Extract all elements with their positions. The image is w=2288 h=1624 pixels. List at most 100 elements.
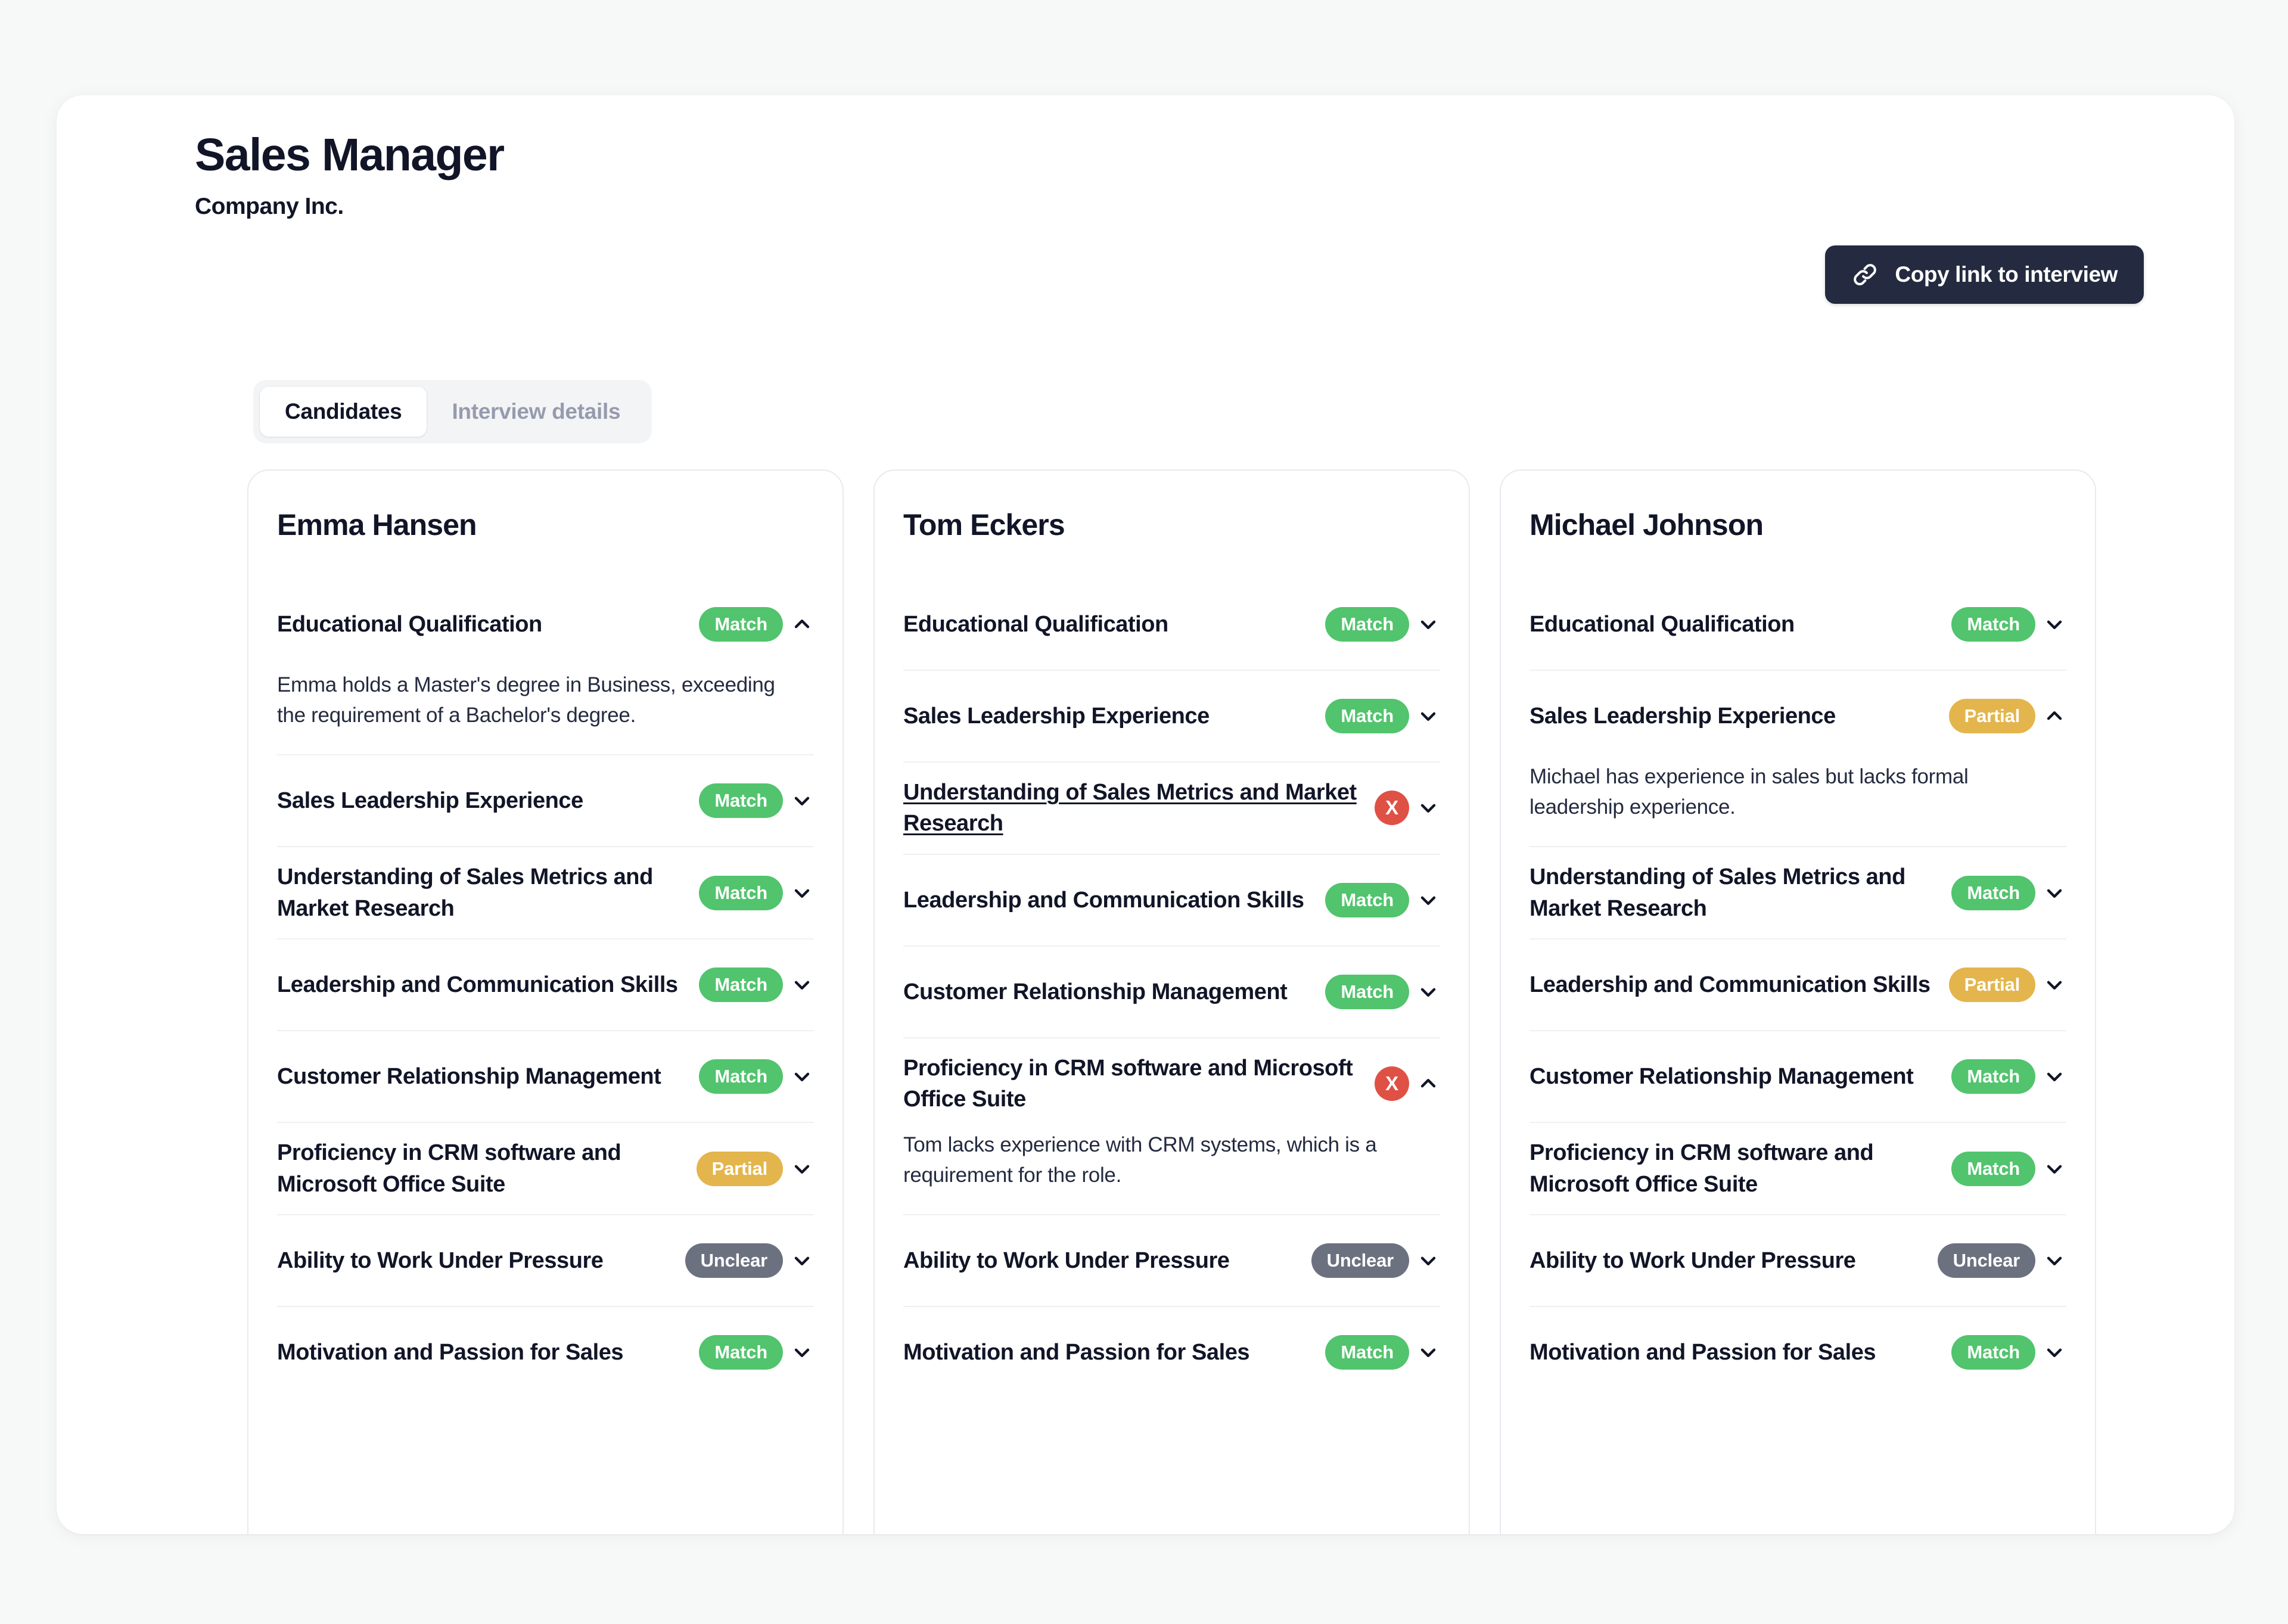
- chevron-down-icon[interactable]: [1416, 888, 1440, 912]
- candidate-card: Michael Johnson Educational Qualification…: [1500, 469, 2096, 1534]
- copy-link-label: Copy link to interview: [1895, 262, 2118, 287]
- chevron-down-icon[interactable]: [1416, 1249, 1440, 1273]
- criterion-detail-text: Tom lacks experience with CRM systems, w…: [903, 1133, 1377, 1187]
- criterion-toggle[interactable]: Motivation and Passion for Sales Match: [903, 1307, 1440, 1398]
- copy-link-to-interview-button[interactable]: Copy link to interview: [1825, 245, 2144, 304]
- chevron-down-icon[interactable]: [790, 1157, 814, 1181]
- criterion-toggle[interactable]: Educational Qualification Match: [277, 579, 814, 670]
- status-badge-match: Match: [1325, 1334, 1409, 1370]
- criterion-label: Motivation and Passion for Sales: [903, 1339, 1250, 1365]
- chevron-down-icon[interactable]: [2043, 1157, 2066, 1181]
- criterion-label: Ability to Work Under Pressure: [277, 1247, 604, 1273]
- criterion-status-group: Match: [1951, 875, 2066, 910]
- criterion-toggle[interactable]: Customer Relationship Management Match: [903, 947, 1440, 1037]
- chevron-down-icon[interactable]: [2043, 1340, 2066, 1364]
- criterion-row: Leadership and Communication Skills Match: [277, 938, 814, 1030]
- page-title: Sales Manager: [195, 129, 505, 181]
- status-badge-match: Match: [699, 1334, 783, 1370]
- chevron-up-icon[interactable]: [2043, 704, 2066, 728]
- chevron-down-icon[interactable]: [1416, 796, 1440, 820]
- status-badge-match: Match: [699, 1059, 783, 1094]
- criterion-toggle[interactable]: Ability to Work Under Pressure Unclear: [277, 1215, 814, 1306]
- criterion-toggle[interactable]: Proficiency in CRM software and Microsof…: [903, 1038, 1440, 1130]
- tab-candidates[interactable]: Candidates: [260, 387, 427, 437]
- chevron-down-icon[interactable]: [790, 789, 814, 813]
- status-badge-match: Match: [699, 783, 783, 819]
- criteria-list: Educational Qualification Match Emma holds…: [277, 579, 814, 1398]
- criterion-row: Understanding of Sales Metrics and Marke…: [277, 846, 814, 938]
- candidate-card: Tom Eckers Educational Qualification Match…: [873, 469, 1470, 1534]
- chevron-down-icon[interactable]: [790, 1065, 814, 1088]
- status-badge-match: Match: [1951, 1059, 2035, 1094]
- status-badge-unclear: Unclear: [1937, 1243, 2035, 1278]
- criterion-row: Motivation and Passion for Sales Match: [903, 1305, 1440, 1398]
- criterion-toggle[interactable]: Proficiency in CRM software and Microsof…: [1530, 1123, 2066, 1214]
- criterion-label: Educational Qualification: [277, 611, 542, 637]
- chevron-down-icon[interactable]: [790, 881, 814, 905]
- criterion-toggle[interactable]: Proficiency in CRM software and Microsof…: [277, 1123, 814, 1214]
- chevron-down-icon[interactable]: [2043, 612, 2066, 636]
- candidate-name: Michael Johnson: [1530, 508, 1764, 542]
- chevron-down-icon[interactable]: [2043, 1249, 2066, 1273]
- criterion-row: Leadership and Communication Skills Match: [903, 853, 1440, 945]
- chevron-down-icon[interactable]: [790, 1249, 814, 1273]
- tab-interview-details[interactable]: Interview details: [427, 387, 645, 437]
- criterion-toggle[interactable]: Ability to Work Under Pressure Unclear: [1530, 1215, 2066, 1306]
- criterion-status-group: Match: [1325, 607, 1440, 642]
- criterion-row: Understanding of Sales Metrics and Marke…: [903, 761, 1440, 854]
- criterion-status-group: Match: [699, 1059, 814, 1094]
- criterion-toggle[interactable]: Customer Relationship Management Match: [277, 1031, 814, 1122]
- criterion-toggle[interactable]: Motivation and Passion for Sales Match: [1530, 1307, 2066, 1398]
- chevron-down-icon[interactable]: [1416, 1340, 1440, 1364]
- criterion-row: Sales Leadership Experience Match: [277, 754, 814, 846]
- criterion-status-group: Match: [699, 967, 814, 1003]
- criterion-label: Customer Relationship Management: [277, 1063, 661, 1089]
- criterion-row: Educational Qualification Match Emma holds…: [277, 579, 814, 754]
- criterion-toggle[interactable]: Understanding of Sales Metrics and Marke…: [1530, 847, 2066, 938]
- criterion-detail-text: Emma holds a Master's degree in Business…: [277, 673, 775, 727]
- chevron-down-icon[interactable]: [1416, 980, 1440, 1004]
- criterion-label: Customer Relationship Management: [903, 979, 1288, 1004]
- status-badge-unclear: Unclear: [1311, 1243, 1409, 1278]
- criterion-status-group: Match: [1951, 1334, 2066, 1370]
- chevron-down-icon[interactable]: [790, 1340, 814, 1364]
- criterion-toggle[interactable]: Educational Qualification Match: [1530, 579, 2066, 670]
- criterion-toggle[interactable]: Leadership and Communication Skills Match: [277, 939, 814, 1030]
- criterion-toggle[interactable]: Leadership and Communication Skills Parti…: [1530, 939, 2066, 1030]
- chevron-down-icon[interactable]: [790, 973, 814, 997]
- chevron-down-icon[interactable]: [1416, 612, 1440, 636]
- candidate-name: Tom Eckers: [903, 508, 1065, 542]
- criterion-row: Sales Leadership Experience Partial Michae…: [1530, 670, 2066, 846]
- status-badge-match: Match: [1951, 1334, 2035, 1370]
- criterion-toggle[interactable]: Sales Leadership Experience Match: [903, 671, 1440, 761]
- criterion-toggle[interactable]: Educational Qualification Match: [903, 579, 1440, 670]
- criterion-status-group: Match: [1951, 1151, 2066, 1186]
- criterion-toggle[interactable]: Sales Leadership Experience Match: [277, 755, 814, 846]
- criterion-row: Leadership and Communication Skills Parti…: [1530, 938, 2066, 1030]
- chevron-down-icon[interactable]: [2043, 1065, 2066, 1088]
- chevron-up-icon[interactable]: [1416, 1072, 1440, 1096]
- criterion-row: Ability to Work Under Pressure Unclear: [903, 1214, 1440, 1306]
- criterion-status-group: Partial: [1948, 699, 2066, 733]
- criterion-toggle[interactable]: Ability to Work Under Pressure Unclear: [903, 1215, 1440, 1306]
- chevron-down-icon[interactable]: [2043, 881, 2066, 905]
- criterion-row: Customer Relationship Management Match: [277, 1030, 814, 1122]
- criterion-toggle[interactable]: Understanding of Sales Metrics and Marke…: [903, 763, 1440, 854]
- criterion-label: Motivation and Passion for Sales: [1530, 1339, 1876, 1365]
- criterion-toggle[interactable]: Motivation and Passion for Sales Match: [277, 1307, 814, 1398]
- criterion-label: Educational Qualification: [1530, 611, 1795, 637]
- criterion-toggle[interactable]: Sales Leadership Experience Partial: [1530, 671, 2066, 761]
- candidate-card: Emma Hansen Educational Qualification Matc…: [247, 469, 844, 1534]
- criterion-toggle[interactable]: Leadership and Communication Skills Match: [903, 855, 1440, 945]
- chevron-up-icon[interactable]: [790, 612, 814, 636]
- criterion-toggle[interactable]: Understanding of Sales Metrics and Marke…: [277, 847, 814, 938]
- criterion-toggle[interactable]: Customer Relationship Management Match: [1530, 1031, 2066, 1122]
- status-badge-match: Match: [699, 875, 783, 910]
- chevron-down-icon[interactable]: [2043, 973, 2066, 997]
- criterion-status-group: X: [1375, 791, 1440, 826]
- criterion-row: Sales Leadership Experience Match: [903, 670, 1440, 761]
- criterion-label: Leadership and Communication Skills: [1530, 972, 1930, 997]
- criterion-label: Educational Qualification: [903, 611, 1168, 637]
- chevron-down-icon[interactable]: [1416, 704, 1440, 728]
- criterion-row: Proficiency in CRM software and Microsof…: [277, 1122, 814, 1214]
